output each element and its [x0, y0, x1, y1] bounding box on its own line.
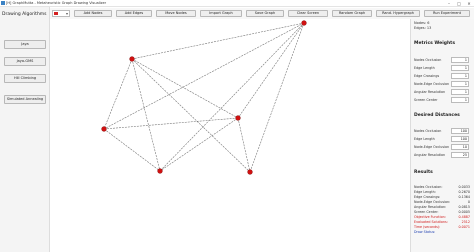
graph-edge[interactable] [103, 58, 133, 130]
result-label: Node-Edge Occlusion: [414, 200, 451, 204]
desired-distances-title: Desired Distances [414, 113, 460, 118]
graph-edge[interactable] [237, 22, 305, 119]
results-title: Results [414, 170, 433, 175]
weight-label: Nodes Occlusion [414, 58, 442, 62]
window-title: [H] GraphMutta - Metaheuristic Graph Dra… [6, 1, 107, 5]
time-value: 0.0071 [458, 225, 470, 229]
graph-node[interactable] [301, 20, 307, 26]
title-bar: [H] GraphMutta - Metaheuristic Graph Dra… [0, 0, 474, 7]
graph-edge[interactable] [159, 22, 305, 172]
graph-edge[interactable] [131, 22, 305, 60]
sidebar-title: Drawing Algorithms [2, 12, 47, 17]
weight-label: Edge Crossings [414, 74, 440, 78]
weight-input[interactable]: 1 [451, 57, 469, 63]
graph-edge[interactable] [131, 58, 161, 172]
distance-input[interactable]: 100 [451, 128, 469, 134]
jaya-gms-button[interactable]: Jaya-GMS [4, 57, 46, 66]
weight-label: Angular Resolution [414, 90, 446, 94]
import-graph-button[interactable]: Import Graph [200, 10, 242, 17]
result-label: Screen Center: [414, 210, 439, 214]
maximize-button[interactable]: □ [454, 0, 464, 7]
graph-node[interactable] [129, 56, 135, 62]
metrics-panel: Nodes: 6 Edges: 13 Metrics Weights Nodes… [410, 19, 474, 252]
distance-label: Angular Resolution [414, 153, 446, 157]
clear-screen-button[interactable]: Clear Screen [288, 10, 328, 17]
result-value: 0.1364 [458, 195, 470, 199]
algorithms-sidebar: Drawing Algorithms Jaya Jaya-GMS Hill Cl… [0, 7, 50, 252]
graph-node[interactable] [101, 126, 107, 132]
result-value: 0.2670 [458, 190, 470, 194]
weight-label: Node-Edge Occlusion [414, 82, 450, 86]
weight-input[interactable]: 1 [451, 81, 469, 87]
add-edges-button[interactable]: Add Edges [116, 10, 152, 17]
color-swatch [54, 12, 58, 15]
objective-function-label: Objective Function: [414, 215, 446, 219]
move-nodes-button[interactable]: Move Nodes [156, 10, 196, 17]
result-value: 0.0033 [458, 185, 470, 189]
edge-count: Edges: 13 [414, 26, 432, 30]
result-value: 0.0005 [458, 210, 470, 214]
objective-function-value: 0.4887 [458, 215, 470, 219]
distance-input[interactable]: 100 [451, 136, 469, 142]
weight-input[interactable]: 1 [451, 97, 469, 103]
random-hypergraph-button[interactable]: Rand. Hypergraph [376, 10, 420, 17]
minimize-button[interactable]: – [444, 0, 454, 7]
graph-canvas[interactable] [51, 19, 409, 252]
graph-node[interactable] [157, 168, 163, 174]
node-count: Nodes: 6 [414, 21, 430, 25]
result-value: 0 [467, 200, 470, 204]
simulated-annealing-button[interactable]: Simulated Annealing [4, 95, 46, 104]
graph-node[interactable] [235, 115, 241, 121]
graph-edge[interactable] [159, 117, 239, 172]
distance-label: Node-Edge Occlusion [414, 145, 450, 149]
weight-input[interactable]: 1 [451, 73, 469, 79]
graph-edge[interactable] [131, 58, 251, 173]
weight-input[interactable]: 1 [451, 65, 469, 71]
graph-edge[interactable] [103, 128, 161, 172]
jaya-button[interactable]: Jaya [4, 40, 46, 49]
distance-input[interactable]: 10 [451, 144, 469, 150]
app-icon [1, 1, 5, 5]
toolbar: ▾ Add Nodes Add Edges Move Nodes Import … [50, 8, 474, 19]
graph-edge[interactable] [249, 22, 305, 173]
run-experiment-button[interactable]: Run Experiment [424, 10, 470, 17]
graph-edge[interactable] [103, 22, 305, 130]
close-button[interactable]: ✕ [464, 0, 474, 7]
graph-drawing [101, 20, 307, 175]
distance-label: Nodes Occlusion [414, 129, 442, 133]
hill-climbing-button[interactable]: Hill Climbing [4, 74, 46, 83]
node-color-picker[interactable]: ▾ [52, 10, 70, 17]
result-label: Edge Crossings: [414, 195, 441, 199]
save-graph-button[interactable]: Save Graph [246, 10, 284, 17]
evaluated-solutions-value: 2512 [461, 220, 470, 224]
weight-label: Edge Length [414, 66, 435, 70]
chevron-down-icon: ▾ [65, 11, 68, 16]
distance-input[interactable]: 25 [451, 152, 469, 158]
result-label: Nodes Occlusion: [414, 185, 443, 189]
result-label: Angular Resolution: [414, 205, 447, 209]
add-nodes-button[interactable]: Add Nodes [74, 10, 112, 17]
metrics-weights-title: Metrics Weights [414, 41, 456, 46]
result-label: Edge Length: [414, 190, 436, 194]
result-value: 0.0815 [458, 205, 470, 209]
time-label: Time (seconds): [414, 225, 441, 229]
random-graph-button[interactable]: Random Graph [332, 10, 372, 17]
graph-node[interactable] [247, 169, 253, 175]
draw-status-label: Draw Status: [414, 230, 436, 234]
evaluated-solutions-label: Evaluated Solutions: [414, 220, 448, 224]
weight-input[interactable]: 1 [451, 89, 469, 95]
distance-label: Edge Length [414, 137, 435, 141]
graph-edge[interactable] [237, 117, 251, 173]
graph-edge[interactable] [131, 58, 239, 119]
weight-label: Screen Center [414, 98, 438, 102]
graph-edge[interactable] [103, 117, 239, 130]
